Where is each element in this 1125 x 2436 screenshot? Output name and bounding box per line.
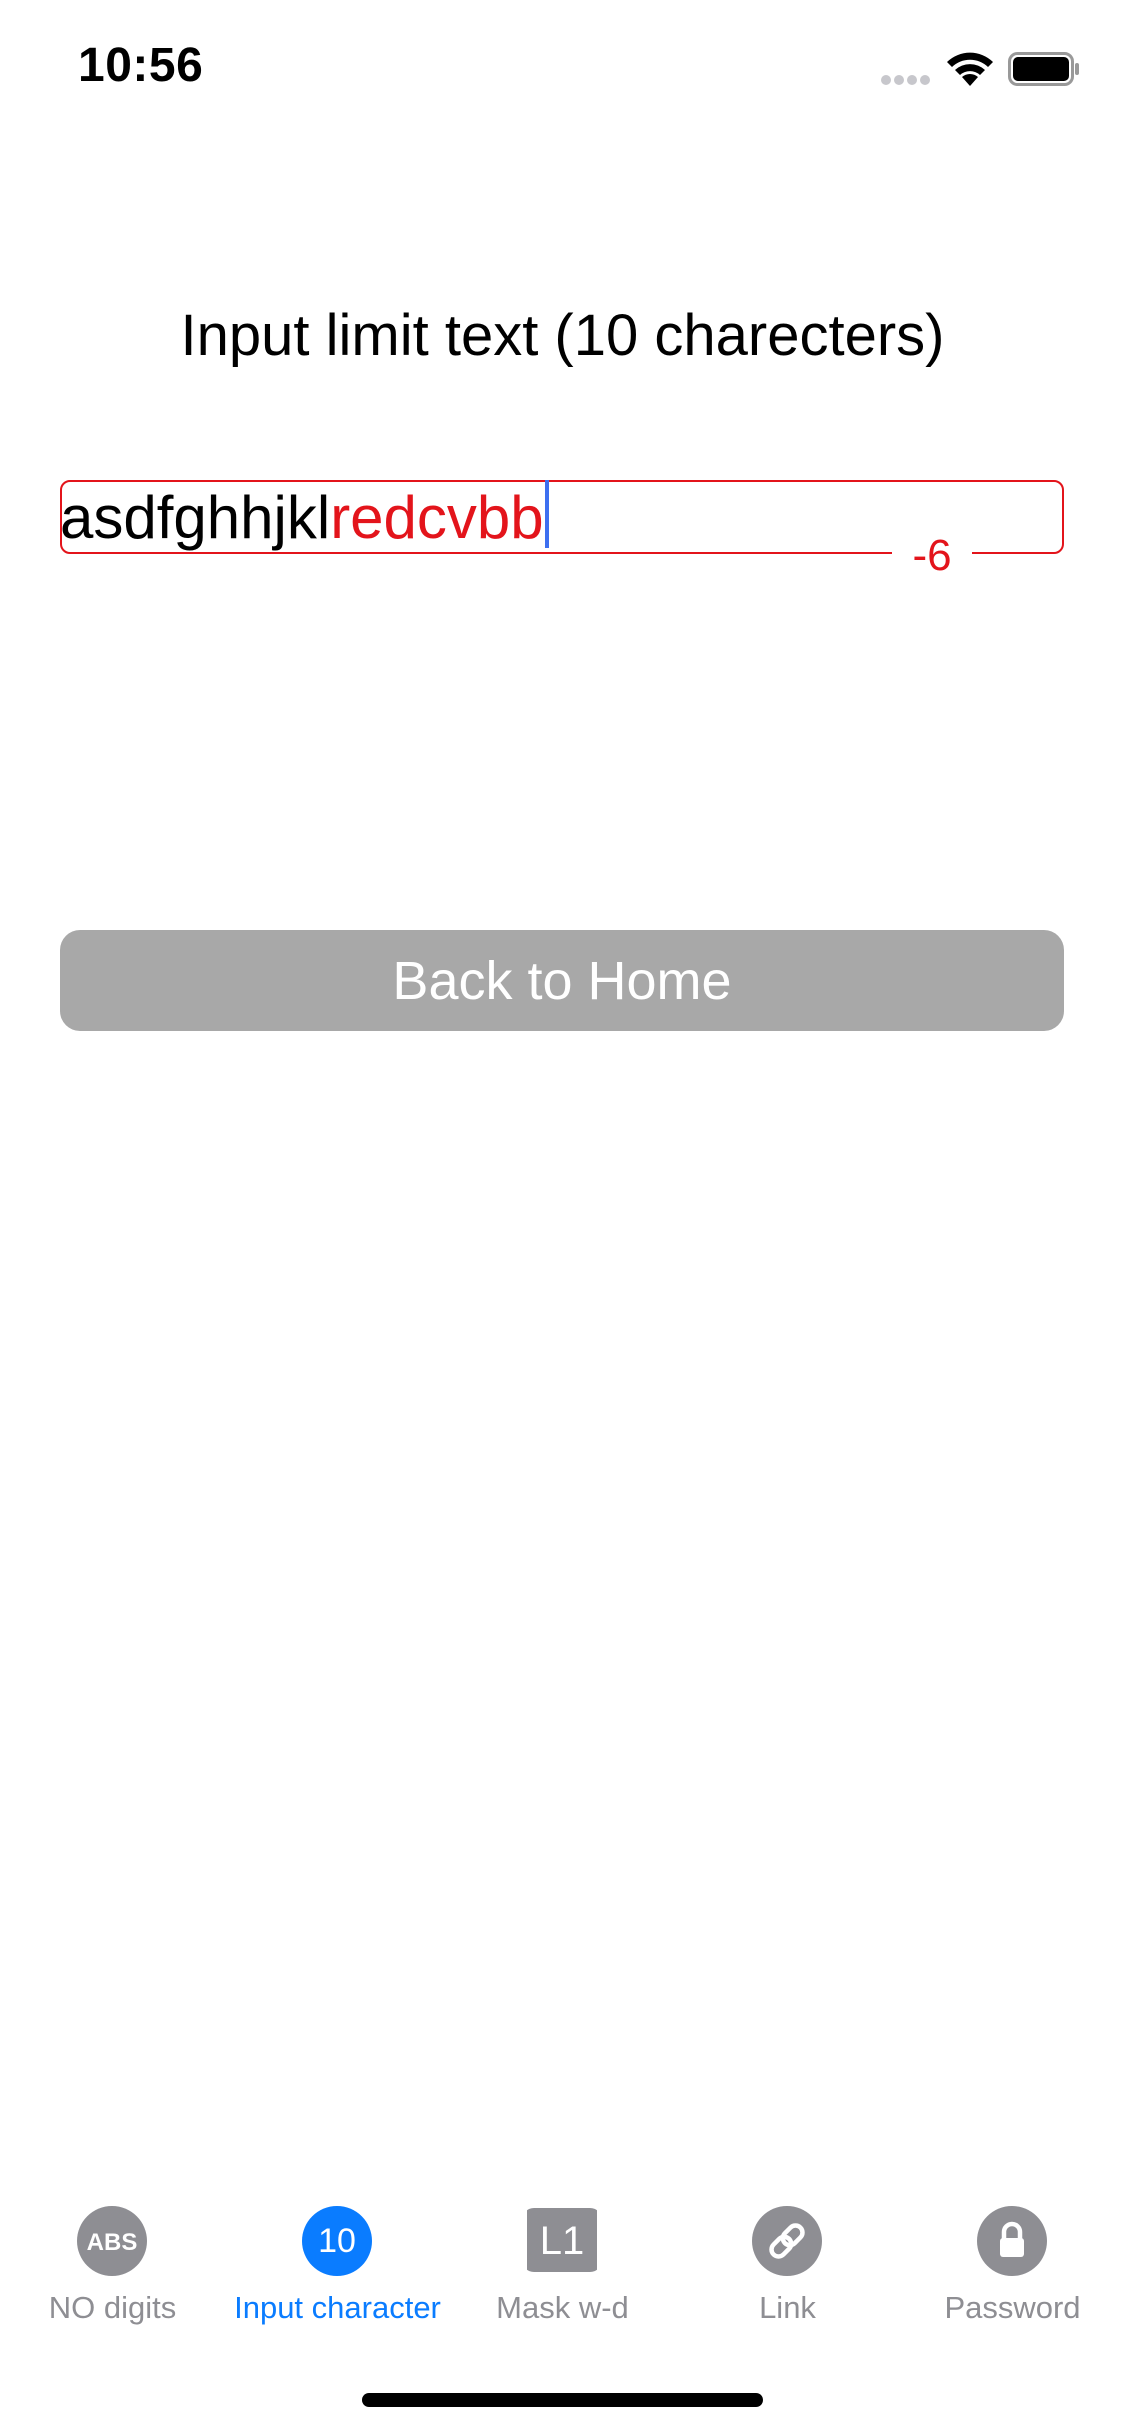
text-caret <box>544 480 549 548</box>
svg-text:L1: L1 <box>540 2219 585 2263</box>
status-time: 10:56 <box>78 39 204 92</box>
battery-icon <box>1008 52 1079 86</box>
status-bar: 10:56 <box>0 0 1125 140</box>
remaining-count-badge: -6 <box>892 526 972 586</box>
input-text-within-limit: asdfghhjkl <box>60 484 331 551</box>
input-value[interactable]: asdfghhjklredcvbb <box>60 480 549 549</box>
tab-password[interactable]: Password <box>900 2180 1125 2350</box>
svg-text:10: 10 <box>318 2222 356 2260</box>
abs-icon: ABS <box>77 2206 147 2276</box>
tab-label: Password <box>944 2290 1081 2325</box>
link-icon <box>752 2206 822 2276</box>
tab-input-character[interactable]: 10 Input character <box>225 2180 450 2350</box>
screen: 10:56 Input limit text (10 charecters) -… <box>0 0 1125 2436</box>
tab-label: Input character <box>234 2290 441 2325</box>
tab-bar: ABS NO digits 10 Input character L1 Mask… <box>0 2180 1125 2350</box>
l1-icon: L1 <box>527 2208 597 2272</box>
wifi-icon <box>947 52 993 86</box>
home-indicator <box>362 2393 763 2407</box>
tab-mask-w-d[interactable]: L1 Mask w-d <box>450 2180 675 2350</box>
lock-icon <box>977 2206 1047 2276</box>
svg-text:ABS: ABS <box>87 2229 138 2256</box>
tab-label: NO digits <box>48 2290 177 2325</box>
tab-label: Mask w-d <box>496 2290 629 2325</box>
tab-no-digits[interactable]: ABS NO digits <box>0 2180 225 2350</box>
tab-link[interactable]: Link <box>675 2180 900 2350</box>
page-title: Input limit text (10 charecters) <box>180 303 945 368</box>
number-ten-icon: 10 <box>302 2206 372 2276</box>
back-to-home-button[interactable]: Back to Home <box>60 930 1064 1031</box>
cellular-dots-icon <box>881 75 930 85</box>
input-text-over-limit: redcvbb <box>330 484 544 551</box>
tab-label: Link <box>759 2290 816 2325</box>
